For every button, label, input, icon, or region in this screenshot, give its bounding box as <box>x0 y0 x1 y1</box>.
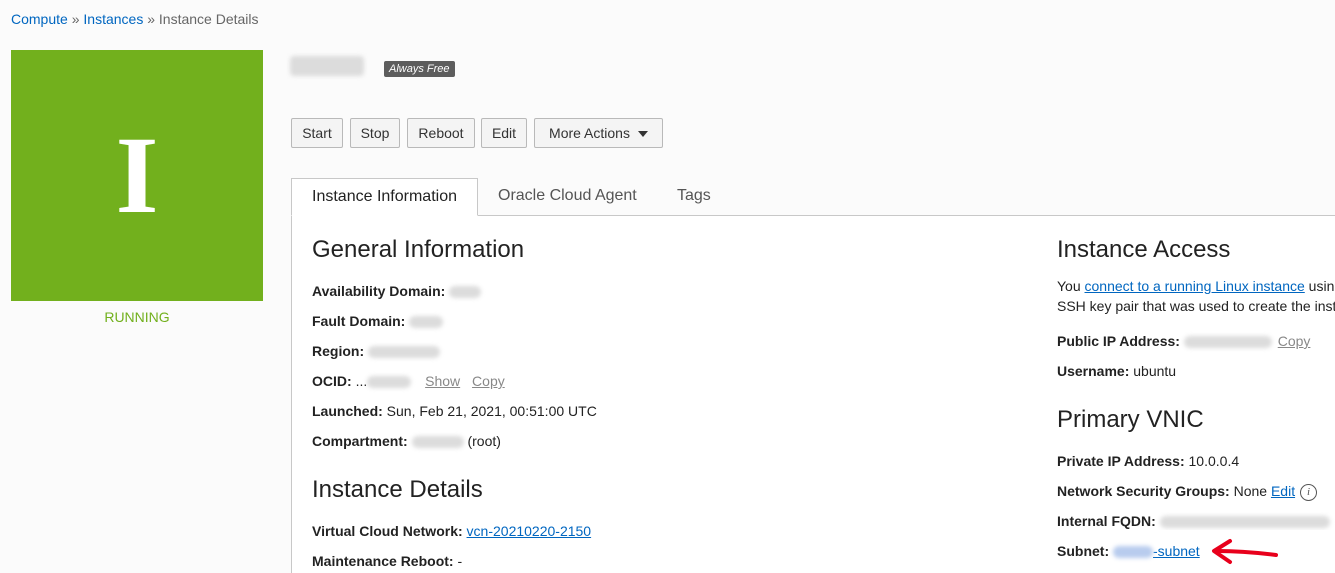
connect-linux-instance-link[interactable]: connect to a running Linux instance <box>1085 278 1305 294</box>
redacted-value <box>1183 336 1272 349</box>
maintenance-reboot-row: Maintenance Reboot: - <box>312 552 462 570</box>
username-value: ubuntu <box>1133 363 1177 379</box>
access-text-prefix: You <box>1057 278 1081 294</box>
redacted-value <box>368 346 440 359</box>
breadcrumb-separator: » <box>71 11 80 27</box>
public-ip-copy-link[interactable]: Copy <box>1278 333 1311 349</box>
launched-row: Launched: Sun, Feb 21, 2021, 00:51:00 UT… <box>312 402 597 420</box>
reboot-button[interactable]: Reboot <box>407 118 475 148</box>
username-row: Username: ubuntu <box>1057 362 1176 380</box>
public-ip-label: Public IP Address: <box>1057 333 1180 349</box>
private-ip-row: Private IP Address: 10.0.0.4 <box>1057 452 1239 470</box>
maintenance-reboot-value: - <box>457 553 463 569</box>
ocid-copy-link[interactable]: Copy <box>472 373 505 389</box>
availability-domain-label: Availability Domain: <box>312 283 446 299</box>
subnet-row: Subnet: -subnet <box>1057 542 1200 560</box>
redacted-value <box>290 56 364 76</box>
nsg-label: Network Security Groups: <box>1057 483 1230 499</box>
caret-down-icon <box>637 131 648 138</box>
nsg-value: None <box>1233 483 1268 499</box>
instance-access-text: You connect to a running Linux instance … <box>1057 277 1335 295</box>
fault-domain-label: Fault Domain: <box>312 313 406 329</box>
red-arrow-annotation-icon <box>1212 539 1278 564</box>
edit-button[interactable]: Edit <box>481 118 527 148</box>
info-icon[interactable]: i <box>1300 483 1318 501</box>
tab-tags[interactable]: Tags <box>677 178 711 216</box>
ocid-label: OCID: <box>312 373 352 389</box>
redacted-value <box>409 316 444 329</box>
primary-vnic-heading: Primary VNIC <box>1057 406 1204 433</box>
internal-fqdn-label: Internal FQDN: <box>1057 513 1156 529</box>
tab-instance-information[interactable]: Instance Information <box>291 178 478 216</box>
breadcrumb-separator: » <box>147 11 156 27</box>
fault-domain-row: Fault Domain: <box>312 312 444 330</box>
instance-state-tile: I <box>11 50 263 301</box>
start-button[interactable]: Start <box>291 118 343 148</box>
subnet-label: Subnet: <box>1057 543 1110 559</box>
vcn-label: Virtual Cloud Network: <box>312 523 463 539</box>
always-free-badge: Always Free <box>384 61 455 77</box>
breadcrumb-instances[interactable]: Instances <box>83 11 143 27</box>
vcn-link[interactable]: vcn-20210220-2150 <box>467 523 592 539</box>
private-ip-label: Private IP Address: <box>1057 453 1185 469</box>
breadcrumb-compute[interactable]: Compute <box>11 11 68 27</box>
username-label: Username: <box>1057 363 1130 379</box>
subnet-link[interactable]: -subnet <box>1113 543 1200 559</box>
instance-details-heading: Instance Details <box>312 476 483 503</box>
private-ip-value: 10.0.0.4 <box>1188 453 1240 469</box>
access-text-suffix: usin <box>1308 278 1335 294</box>
redacted-value <box>449 286 482 299</box>
instance-state-label: RUNNING <box>104 309 170 325</box>
launched-label: Launched: <box>312 403 383 419</box>
subnet-suffix: -subnet <box>1153 543 1200 559</box>
nsg-row: Network Security Groups: None Edit i <box>1057 482 1318 501</box>
region-row: Region: <box>312 342 440 360</box>
public-ip-row: Public IP Address: Copy <box>1057 332 1310 350</box>
tab-oracle-cloud-agent[interactable]: Oracle Cloud Agent <box>498 178 637 216</box>
internal-fqdn-row: Internal FQDN: <box>1057 512 1335 530</box>
ocid-show-link[interactable]: Show <box>425 373 460 389</box>
compartment-row: Compartment: (root) <box>312 432 501 450</box>
nsg-edit-link[interactable]: Edit <box>1271 483 1295 499</box>
ocid-row: OCID: ... Show Copy <box>312 372 505 390</box>
instance-access-heading: Instance Access <box>1057 236 1231 263</box>
stop-button[interactable]: Stop <box>350 118 400 148</box>
redacted-value <box>367 376 412 389</box>
launched-value: Sun, Feb 21, 2021, 00:51:00 UTC <box>386 403 597 419</box>
availability-domain-row: Availability Domain: <box>312 282 482 300</box>
compartment-label: Compartment: <box>312 433 408 449</box>
breadcrumb: Compute » Instances » Instance Details <box>11 10 259 28</box>
ocid-prefix: ... <box>355 373 368 389</box>
redacted-value <box>411 436 464 449</box>
region-label: Region: <box>312 343 365 359</box>
compartment-root: (root) <box>467 433 501 449</box>
more-actions-button[interactable]: More Actions <box>534 118 663 148</box>
vcn-row: Virtual Cloud Network: vcn-20210220-2150 <box>312 522 591 540</box>
redacted-value <box>1113 546 1153 559</box>
general-information-heading: General Information <box>312 236 525 263</box>
instance-state-letter: I <box>115 114 159 236</box>
maintenance-reboot-label: Maintenance Reboot: <box>312 553 454 569</box>
instance-access-text-line2: SSH key pair that was used to create the… <box>1057 298 1335 314</box>
instance-name <box>290 56 364 76</box>
breadcrumb-current: Instance Details <box>158 11 259 27</box>
redacted-value <box>1159 516 1330 529</box>
more-actions-label: More Actions <box>549 125 630 141</box>
